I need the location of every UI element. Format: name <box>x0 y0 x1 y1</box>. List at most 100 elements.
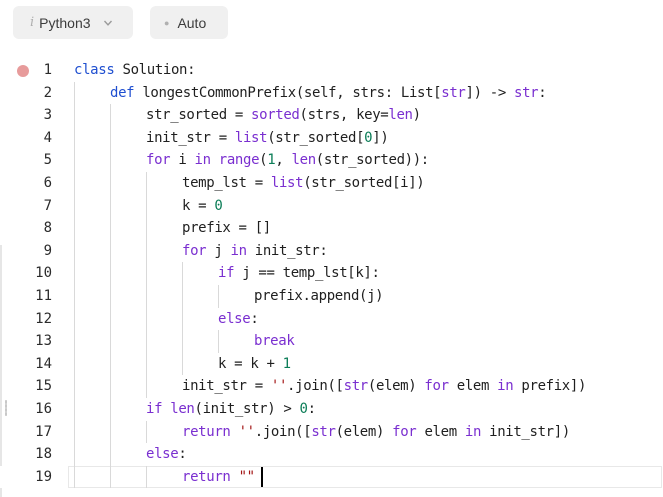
code-token: len <box>291 152 317 169</box>
code-text: for j in init_str: <box>182 240 328 263</box>
code-line[interactable]: 5 for i in range(1, len(str_sorted)): <box>0 149 663 172</box>
indent-guide <box>146 239 147 263</box>
indent-guide <box>182 262 183 285</box>
code-token: prefix.append(j) <box>254 288 384 304</box>
line-number: 12 <box>35 310 52 327</box>
indent-guide <box>110 420 111 444</box>
code-text: else: <box>146 443 187 466</box>
line-number: 16 <box>35 401 52 417</box>
indent-guide <box>110 262 111 285</box>
code-token: elem <box>448 378 498 395</box>
code-line[interactable]: 1 class Solution: <box>0 59 663 82</box>
code-line[interactable]: 6 temp_lst = list(str_sorted[i]) <box>0 172 663 195</box>
indent-guide <box>110 239 111 263</box>
code-token: (str_sorted[ <box>267 129 365 146</box>
code-line[interactable]: 2 def longestCommonPrefix(self, strs: Lis… <box>0 82 663 105</box>
indent-guide <box>110 172 111 195</box>
auto-button[interactable]: ● Auto <box>150 6 228 39</box>
code-line[interactable]: 7 k = 0 <box>0 195 663 218</box>
indent-guide <box>110 398 111 421</box>
line-number: 17 <box>35 423 52 440</box>
code-token: k = k + <box>218 355 283 372</box>
indent-guide <box>74 285 75 308</box>
code-token: : <box>178 446 187 463</box>
code-line[interactable]: 9 for j in init_str: <box>0 240 663 263</box>
code-line[interactable]: 19 return "" <box>0 465 663 489</box>
code-token: .join([ <box>254 423 312 440</box>
line-number: 7 <box>43 197 52 214</box>
indent-guide <box>146 285 147 308</box>
code-token: prefix = [] <box>182 220 271 237</box>
auto-label: Auto <box>177 14 207 31</box>
code-token: 0 <box>214 197 223 214</box>
code-token: , <box>275 152 292 169</box>
code-line[interactable]: 12 else: <box>0 308 663 331</box>
code-token: '' <box>238 423 256 440</box>
code-token: 1 <box>282 355 291 372</box>
code-line[interactable]: 14 k = k + 1 <box>0 353 663 376</box>
code-token: 0 <box>299 401 308 417</box>
code-line[interactable]: 8 prefix = [] <box>0 217 663 240</box>
indent-guide <box>146 330 147 353</box>
code-line[interactable]: 17 return ''.join([str(elem) for elem in … <box>0 421 663 444</box>
code-token: return <box>182 423 231 440</box>
code-token: len <box>170 401 195 417</box>
indent-guide <box>74 81 75 105</box>
code-text: prefix = [] <box>182 217 271 240</box>
line-number: 14 <box>35 355 52 372</box>
code-token: : <box>538 84 547 101</box>
breakpoint-icon[interactable] <box>17 65 29 77</box>
indent-guide <box>74 420 75 444</box>
code-line[interactable]: 3 str_sorted = sorted(strs, key=len) <box>0 104 663 127</box>
line-number: 1 <box>43 62 52 78</box>
indent-guide <box>74 262 75 285</box>
line-number: 4 <box>43 129 52 146</box>
code-token: class <box>74 62 115 78</box>
code-token: len <box>388 107 413 124</box>
line-number: 2 <box>43 84 52 101</box>
indent-guide <box>182 285 183 308</box>
code-text: for i in range(1, len(str_sorted)): <box>146 149 429 172</box>
code-token: init_str]) <box>481 423 570 440</box>
code-editor[interactable]: 1 class Solution: 2 def longestCommonPrefix… <box>0 59 663 497</box>
line-number: 11 <box>35 288 52 304</box>
code-token: prefix]) <box>513 378 587 395</box>
indent-guide <box>218 330 219 353</box>
indent-guide <box>74 465 75 489</box>
code-line[interactable]: 18 else: <box>0 443 663 466</box>
code-token: k = <box>182 197 215 214</box>
indent-guide <box>110 375 111 398</box>
code-text: init_str = list(str_sorted[0]) <box>146 127 389 150</box>
indent-guide <box>110 104 111 127</box>
code-token: str <box>514 84 539 101</box>
indent-guide <box>110 443 111 466</box>
code-token: return <box>182 468 231 485</box>
language-selector[interactable]: i Python3 <box>13 6 133 39</box>
indent-guide <box>146 420 147 444</box>
indent-guide <box>74 104 75 127</box>
code-text: k = k + 1 <box>218 353 291 376</box>
code-line[interactable]: 4 init_str = list(str_sorted[0]) <box>0 127 663 150</box>
indent-guide <box>74 149 75 172</box>
code-line[interactable]: 13 break <box>0 330 663 353</box>
code-line[interactable]: 11 prefix.append(j) <box>0 285 663 308</box>
status-dot-icon: ● <box>164 17 170 28</box>
code-token: init_str = <box>182 378 271 395</box>
code-line[interactable]: 15 init_str = ''.join([str(elem) for elem… <box>0 375 663 398</box>
code-token: ]) <box>372 129 389 146</box>
indent-guide <box>110 330 111 353</box>
code-token: : <box>250 310 259 327</box>
code-line[interactable]: 16 if len(init_str) > 0: <box>0 398 663 421</box>
code-line[interactable]: 10 if j == temp_lst[k]: <box>0 262 663 285</box>
indent-guide <box>74 375 75 398</box>
line-number: 13 <box>35 333 52 350</box>
editor-toolbar: i Python3 ● Auto <box>0 0 663 50</box>
code-token: in <box>194 152 212 169</box>
code-token: i <box>170 152 195 169</box>
code-text: if j == temp_lst[k]: <box>218 262 380 285</box>
code-token: (elem) <box>367 378 425 395</box>
code-token: "" <box>238 468 256 485</box>
indent-guide <box>146 262 147 285</box>
indent-guide <box>110 126 111 150</box>
